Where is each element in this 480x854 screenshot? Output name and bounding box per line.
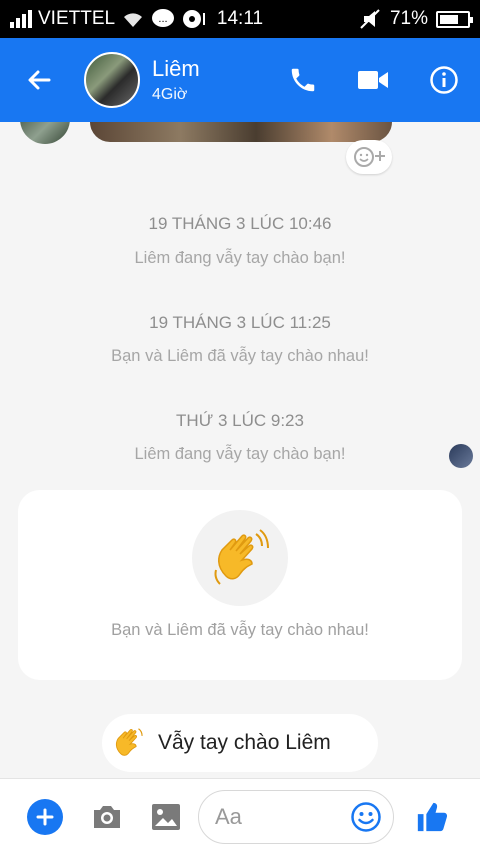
chat-bubble-icon: ... <box>152 9 175 27</box>
sender-avatar <box>20 122 70 144</box>
conversation-header: Liêm 4Giờ <box>0 38 480 122</box>
wave-card: Bạn và Liêm đã vẫy tay chào nhau! <box>18 490 462 680</box>
message-timestamp: THỨ 3 LÚC 9:23 <box>176 411 304 430</box>
info-icon <box>430 66 458 94</box>
emoji-button[interactable] <box>349 800 383 834</box>
battery-label: 71% <box>389 8 428 29</box>
camera-button[interactable] <box>90 800 124 834</box>
wave-card-text: Bạn và Liêm đã vẫy tay chào nhau! <box>111 621 369 639</box>
waving-hand-icon <box>214 529 269 585</box>
like-button[interactable] <box>414 799 450 835</box>
contact-name: Liêm <box>152 56 200 81</box>
back-arrow-icon <box>28 70 51 90</box>
message-input[interactable] <box>215 803 345 830</box>
carrier-label: VIETTEL <box>38 8 116 29</box>
image-message[interactable] <box>90 122 392 142</box>
plus-icon <box>36 808 54 825</box>
more-actions-button[interactable] <box>27 798 63 835</box>
wave-circle <box>192 510 288 606</box>
message-timestamp: 19 THÁNG 3 LÚC 11:25 <box>149 313 331 332</box>
message-list[interactable]: 19 THÁNG 3 LÚC 10:46 Liêm đang vẫy tay c… <box>0 122 480 778</box>
contact-info[interactable]: Liêm 4Giờ <box>152 56 268 104</box>
add-reaction-icon <box>354 147 385 167</box>
system-message: Liêm đang vẫy tay chào bạn! <box>134 249 346 267</box>
wifi-icon <box>124 13 143 27</box>
battery-icon <box>436 10 473 28</box>
media-icon <box>183 10 206 28</box>
seen-receipt-avatar <box>449 444 473 468</box>
contact-avatar[interactable] <box>84 52 140 108</box>
wave-back-label: Vẫy tay chào Liêm <box>158 731 331 754</box>
message-timestamp: 19 THÁNG 3 LÚC 10:46 <box>148 214 332 233</box>
system-message: Bạn và Liêm đã vẫy tay chào nhau! <box>111 347 369 365</box>
video-camera-icon <box>358 71 388 89</box>
waving-hand-icon <box>108 722 150 764</box>
phone-icon <box>291 68 315 92</box>
wave-back-button[interactable]: Vẫy tay chào Liêm <box>102 714 378 772</box>
image-icon <box>152 803 180 830</box>
gallery-button[interactable] <box>150 801 182 833</box>
message-input-container[interactable] <box>198 789 394 844</box>
status-bar: VIETTEL ... 14:11 71% <box>0 0 480 38</box>
thumbs-up-icon <box>417 802 448 831</box>
camera-icon <box>94 805 120 828</box>
mute-icon <box>360 9 380 29</box>
back-button[interactable] <box>10 38 68 122</box>
composer-bar <box>0 778 480 854</box>
system-message: Liêm đang vẫy tay chào bạn! <box>134 445 346 463</box>
add-reaction-button[interactable] <box>346 140 392 174</box>
signal-icon <box>10 10 32 28</box>
video-call-button[interactable] <box>338 38 408 122</box>
contact-status: 4Giờ <box>152 86 188 103</box>
svg-text:...: ... <box>158 13 167 25</box>
info-button[interactable] <box>408 38 480 122</box>
smiley-icon <box>351 801 381 832</box>
call-button[interactable] <box>268 38 338 122</box>
